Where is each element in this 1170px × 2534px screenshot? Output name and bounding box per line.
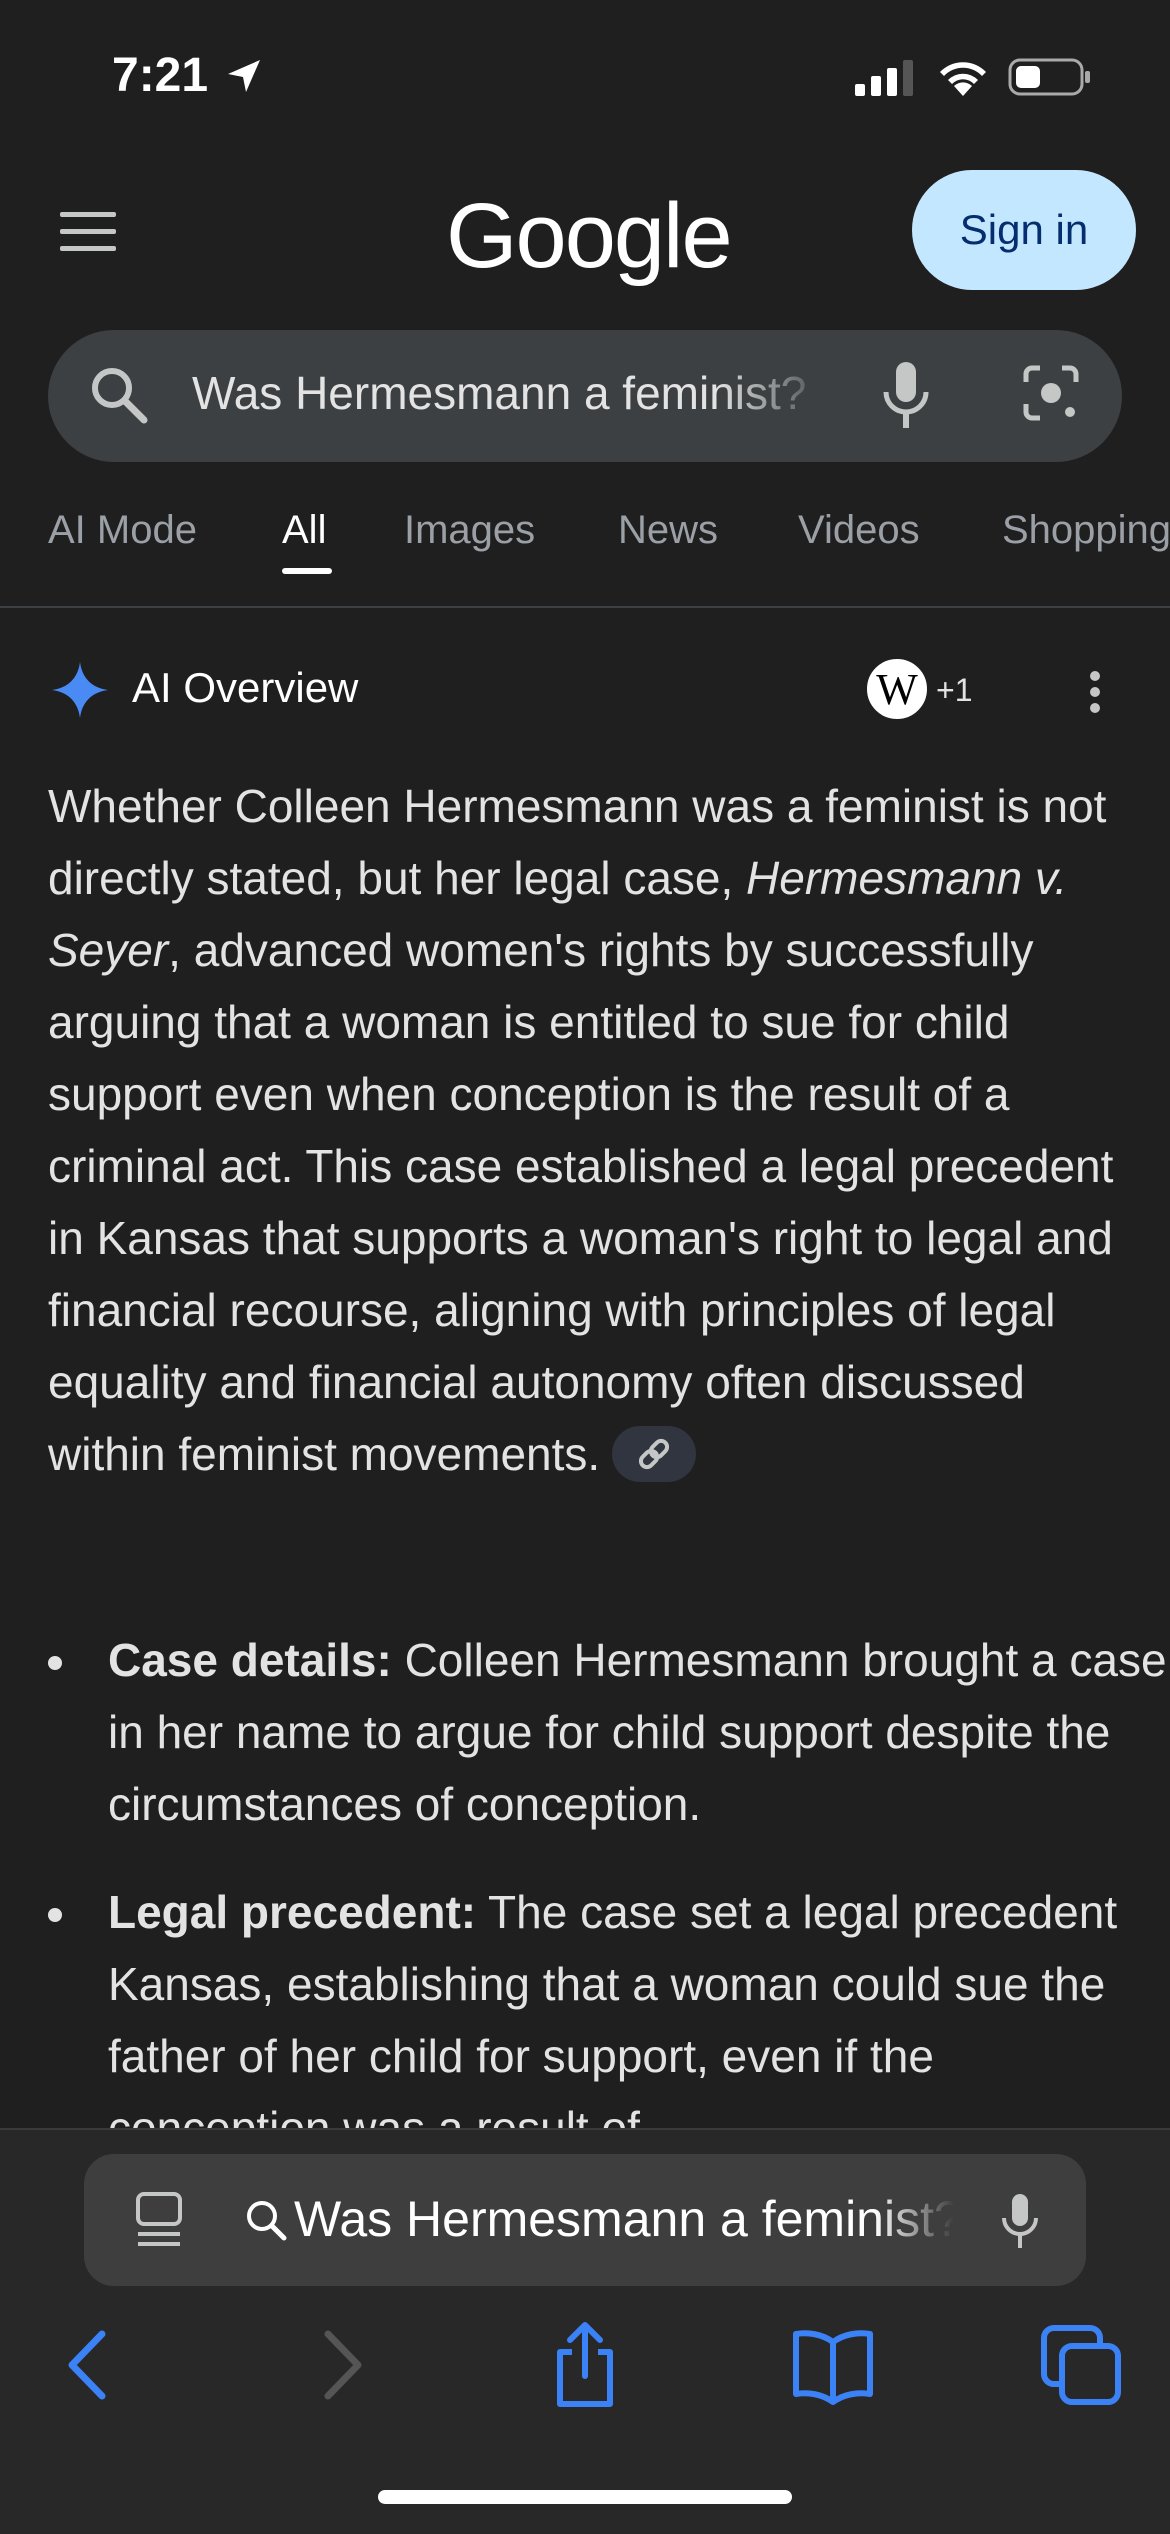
- paragraph-text-2: , advanced women's rights by successfull…: [48, 924, 1114, 1480]
- cellular-signal-icon: [855, 60, 913, 96]
- hamburger-menu-icon[interactable]: [58, 210, 120, 254]
- tab-selected-indicator: [282, 568, 332, 574]
- forward-icon[interactable]: [296, 2320, 386, 2410]
- list-item: Case details: Colleen Hermesmann brought…: [48, 1624, 1167, 1844]
- google-logo[interactable]: Google: [446, 184, 733, 289]
- tabs-divider: [0, 606, 1170, 608]
- tab-images[interactable]: Images: [404, 508, 535, 553]
- tab-videos[interactable]: Videos: [798, 508, 920, 553]
- tab-ai-mode[interactable]: AI Mode: [48, 508, 197, 553]
- more-options-icon[interactable]: [1080, 668, 1110, 716]
- tab-news[interactable]: News: [618, 508, 718, 553]
- location-arrow-icon: [228, 60, 260, 92]
- source-link-chip[interactable]: [612, 1425, 697, 1482]
- bookmarks-icon[interactable]: [788, 2320, 878, 2410]
- home-indicator: [378, 2490, 792, 2504]
- bullet-label: Legal precedent:: [108, 1886, 477, 1938]
- bullet-dot: [48, 1656, 62, 1670]
- dictation-mic-icon[interactable]: [1000, 2192, 1040, 2252]
- wifi-icon: [940, 62, 986, 96]
- ai-overview-paragraph: Whether Colleen Hermesmann was a feminis…: [48, 770, 1128, 1490]
- search-icon: [92, 368, 148, 424]
- voice-search-mic-icon[interactable]: [880, 360, 932, 432]
- google-lens-camera-icon[interactable]: [1020, 362, 1082, 424]
- list-item: Legal precedent: The case set a legal pr…: [48, 1876, 1128, 2128]
- more-sources-count[interactable]: +1: [936, 672, 972, 709]
- address-search-icon: [247, 2201, 287, 2241]
- page-menu-icon[interactable]: [134, 2190, 184, 2250]
- back-icon[interactable]: [44, 2320, 134, 2410]
- bullet-label: Case details:: [108, 1634, 392, 1686]
- wikipedia-source-icon[interactable]: W: [864, 656, 930, 722]
- battery-icon: [1008, 58, 1090, 96]
- sign-in-button[interactable]: Sign in: [912, 170, 1136, 290]
- search-input[interactable]: Was Hermesmann a feminist?: [192, 366, 832, 420]
- status-time: 7:21: [112, 49, 209, 102]
- link-icon: [639, 1438, 670, 1469]
- tabs-overview-icon[interactable]: [1036, 2320, 1126, 2410]
- ai-sparkle-icon: [52, 662, 108, 718]
- ai-overview-title: AI Overview: [132, 664, 359, 711]
- tab-all[interactable]: All: [282, 508, 326, 553]
- share-icon[interactable]: [540, 2320, 630, 2410]
- address-text[interactable]: Was Hermesmann a feminist?: [294, 2190, 954, 2248]
- bullet-dot: [48, 1908, 62, 1922]
- tab-shopping[interactable]: Shopping: [1002, 508, 1170, 553]
